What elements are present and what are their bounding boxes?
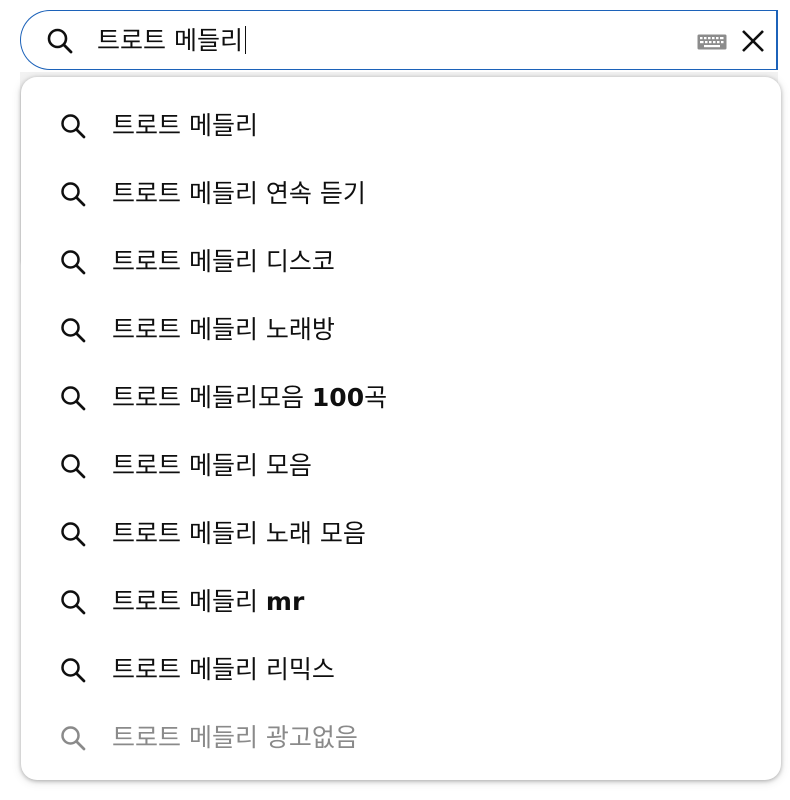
suggestion-completion: 노래 모음 <box>257 519 366 548</box>
suggestion-completion: 디스코 <box>257 247 335 276</box>
clear-search-button[interactable] <box>739 27 767 55</box>
suggestion-typed-part: 트로트 메들리 <box>112 315 258 344</box>
search-icon <box>61 454 86 479</box>
suggestion-item[interactable]: 트로트 메들리 모음 <box>21 432 781 500</box>
suggestion-completion: 모음 <box>257 383 312 412</box>
suggestion-item[interactable]: 트로트 메들리 노래방 <box>21 296 781 364</box>
search-icon <box>61 590 86 615</box>
suggestion-tail: 곡 <box>364 383 388 412</box>
suggestion-bold-part: 100 <box>311 383 365 412</box>
search-icon <box>61 250 86 275</box>
suggestion-text: 트로트 메들리 노래방 <box>112 296 335 364</box>
suggestion-typed-part: 트로트 메들리 <box>112 655 258 684</box>
suggestion-item[interactable]: 트로트 메들리 mr <box>21 568 781 636</box>
suggestion-text: 트로트 메들리 <box>112 92 258 160</box>
search-bar[interactable]: 트로트 메들리 <box>20 10 778 70</box>
suggestion-item[interactable]: 트로트 메들리 리믹스 <box>21 636 781 704</box>
suggestion-completion: 광고없음 <box>257 723 358 752</box>
search-icon <box>61 522 86 547</box>
suggestion-typed-part: 트로트 메들리 <box>112 179 258 208</box>
search-icon <box>61 182 86 207</box>
suggestion-item[interactable]: 트로트 메들리 <box>21 92 781 160</box>
suggestion-typed-part: 트로트 메들리 <box>112 111 258 140</box>
search-icon <box>61 386 86 411</box>
suggestion-item[interactable]: 트로트 메들리 광고없음 <box>21 704 781 772</box>
suggestion-text: 트로트 메들리 mr <box>112 568 304 636</box>
suggestion-text: 트로트 메들리모음 100곡 <box>112 364 387 432</box>
search-input[interactable]: 트로트 메들리 <box>97 23 247 59</box>
suggestion-text: 트로트 메들리 디스코 <box>112 228 335 296</box>
suggestion-completion: 연속 듣기 <box>257 179 366 208</box>
suggestion-text: 트로트 메들리 리믹스 <box>112 636 335 704</box>
search-icon <box>61 318 86 343</box>
suggestion-completion: 리믹스 <box>257 655 335 684</box>
suggestion-typed-part: 트로트 메들리 <box>112 247 258 276</box>
suggestion-typed-part: 트로트 메들리 <box>112 451 258 480</box>
suggestion-text: 트로트 메들리 광고없음 <box>112 704 358 772</box>
suggestion-typed-part: 트로트 메들리 <box>112 587 258 616</box>
search-icon <box>47 28 73 54</box>
suggestion-item[interactable]: 트로트 메들리 디스코 <box>21 228 781 296</box>
suggestion-item[interactable]: 트로트 메들리모음 100곡 <box>21 364 781 432</box>
search-bar-edge <box>776 10 778 70</box>
suggestion-completion: 모음 <box>257 451 312 480</box>
keyboard-icon[interactable] <box>697 34 727 50</box>
suggestion-text: 트로트 메들리 연속 듣기 <box>112 160 366 228</box>
suggestion-item[interactable]: 트로트 메들리 연속 듣기 <box>21 160 781 228</box>
search-query-text: 트로트 메들리 <box>97 26 243 55</box>
search-icon <box>61 658 86 683</box>
text-caret <box>244 26 247 54</box>
suggestion-text: 트로트 메들리 노래 모음 <box>112 500 366 568</box>
search-icon <box>61 114 86 139</box>
suggestion-bold-part: mr <box>265 587 305 616</box>
search-icon <box>61 726 86 751</box>
suggestion-text: 트로트 메들리 모음 <box>112 432 312 500</box>
suggestions-dropdown: 트로트 메들리 트로트 메들리 연속 듣기 트로트 메들리 디스코 트로트 메들리 노… <box>21 77 781 780</box>
suggestion-completion: 노래방 <box>257 315 335 344</box>
suggestion-typed-part: 트로트 메들리 <box>112 723 258 752</box>
suggestion-typed-part: 트로트 메들리 <box>112 383 258 412</box>
suggestion-completion <box>258 587 266 616</box>
suggestion-typed-part: 트로트 메들리 <box>112 519 258 548</box>
suggestion-item[interactable]: 트로트 메들리 노래 모음 <box>21 500 781 568</box>
